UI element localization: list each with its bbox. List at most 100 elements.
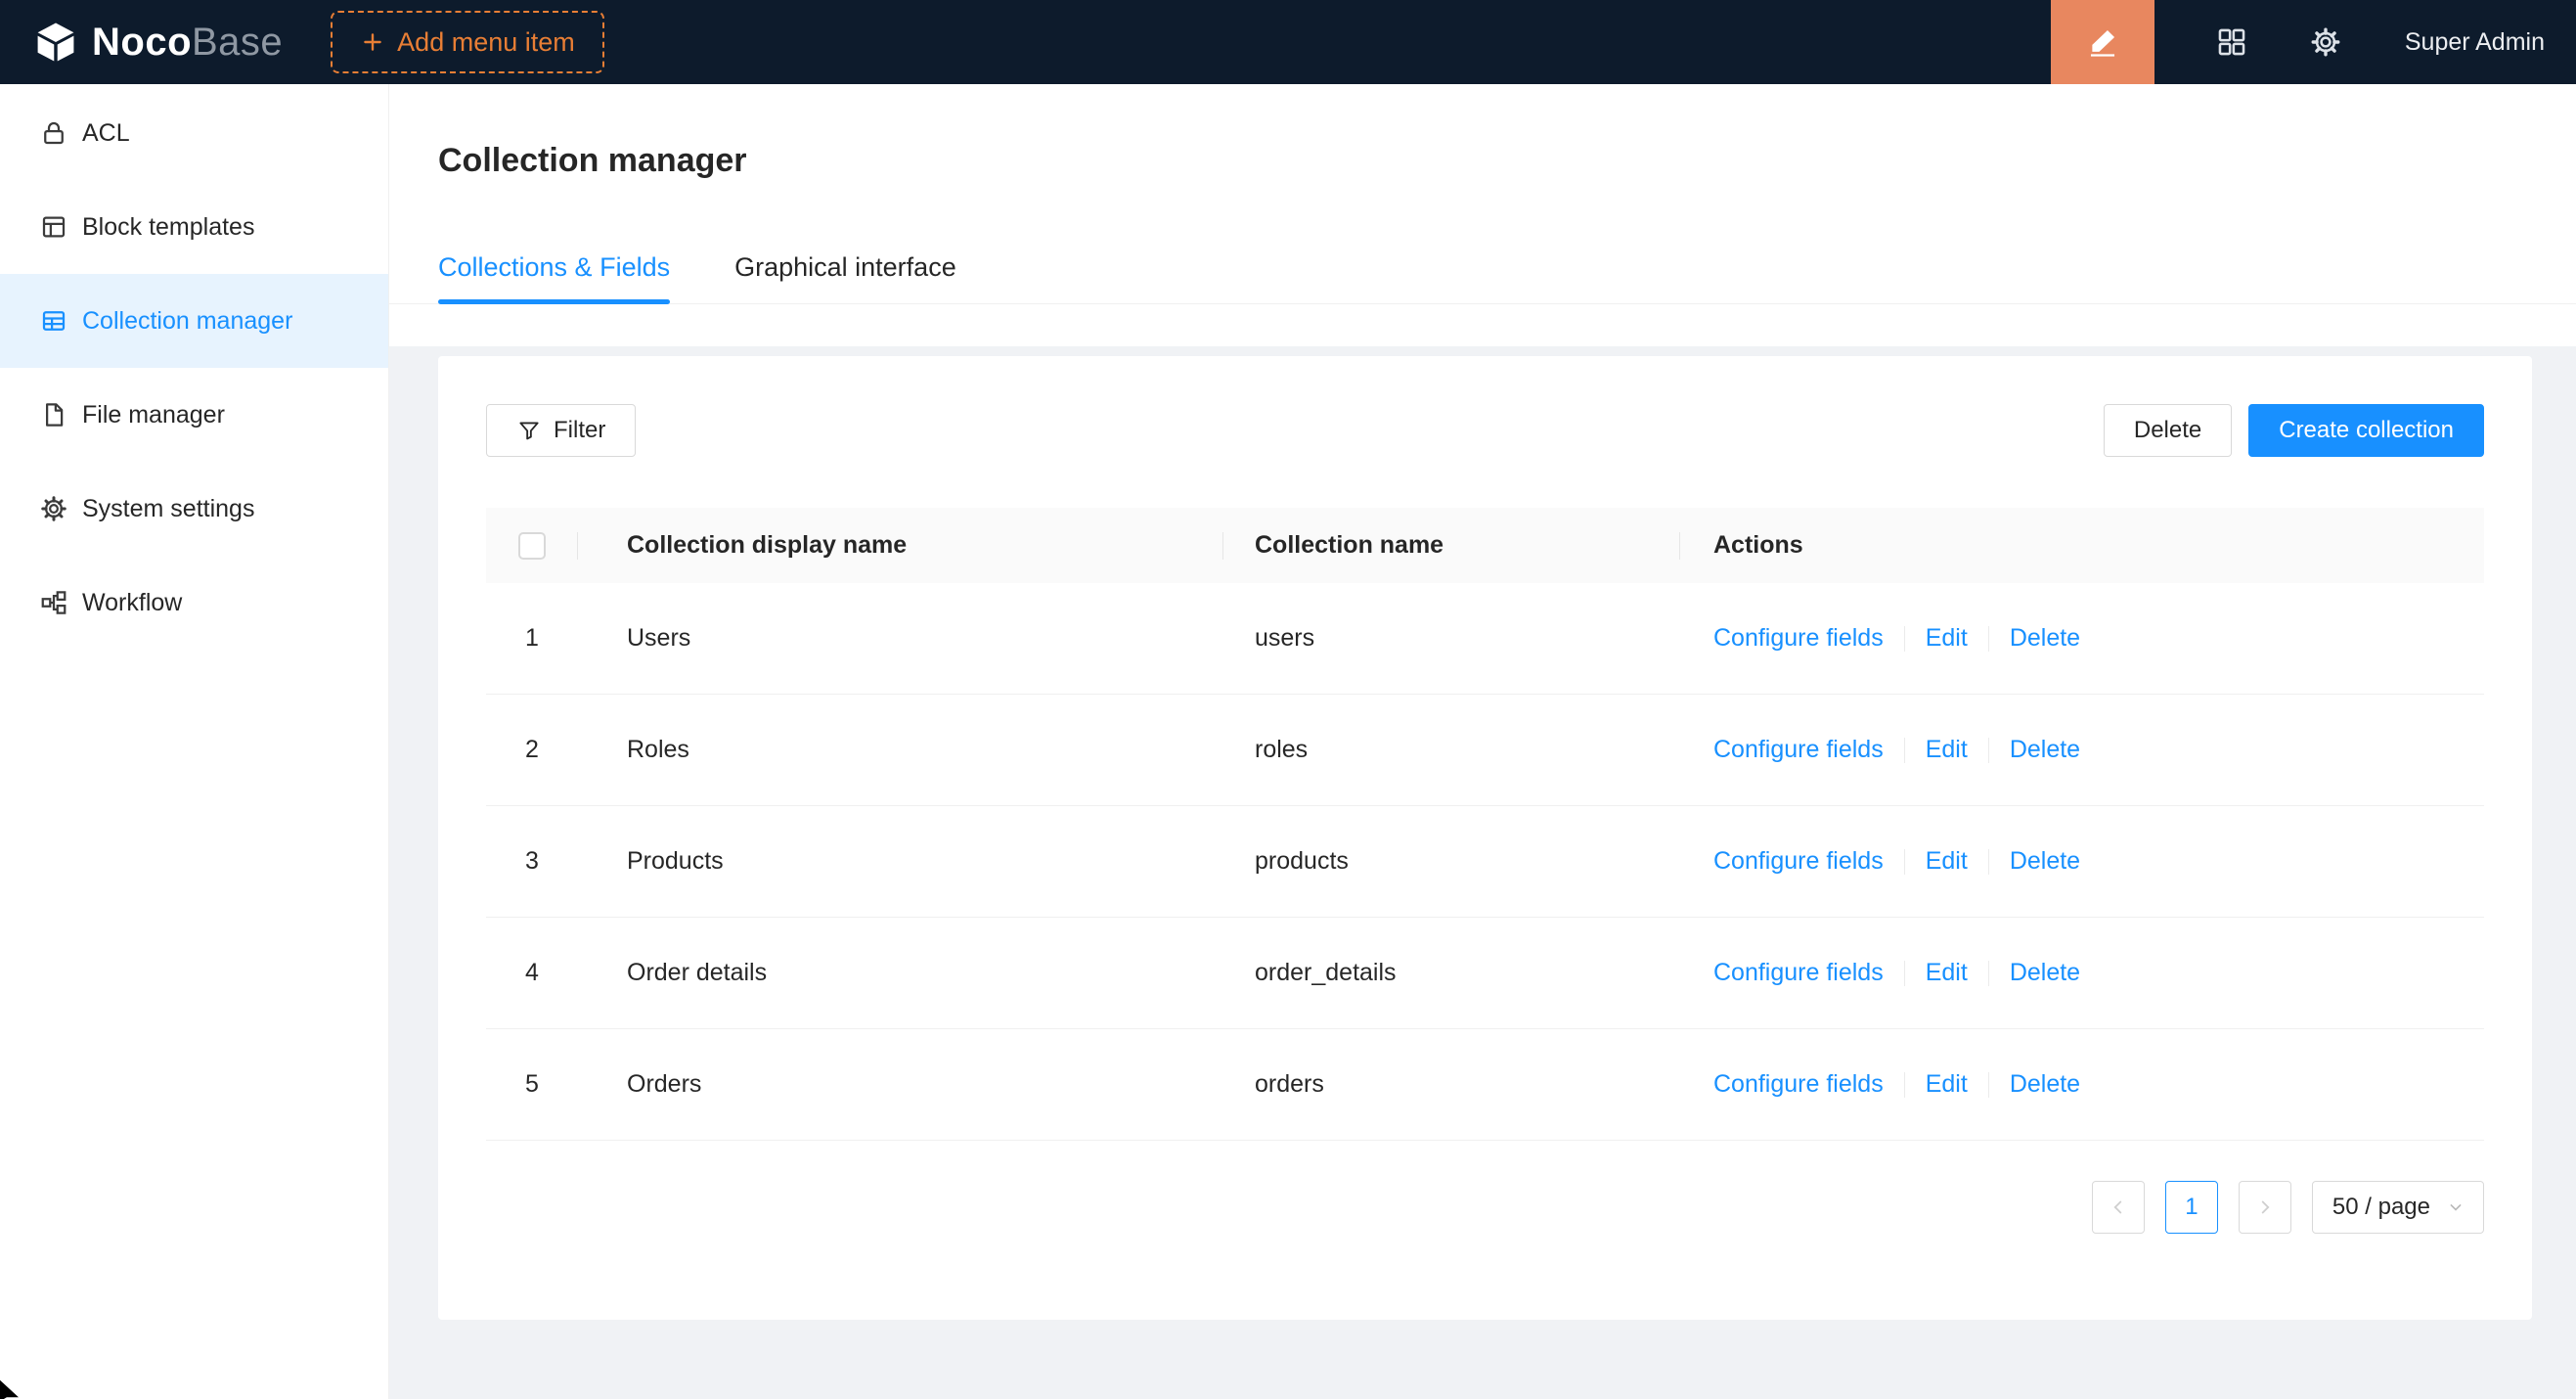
cell-display-name: Order details	[578, 959, 1223, 987]
header-display-name: Collection display name	[578, 531, 1223, 560]
edit-link[interactable]: Edit	[1926, 847, 1968, 876]
add-menu-item-label: Add menu item	[397, 27, 575, 58]
gear-icon	[39, 494, 68, 523]
table-icon	[39, 306, 68, 336]
configure-fields-link[interactable]: Configure fields	[1713, 1070, 1884, 1099]
sidebar-item-label: Block templates	[82, 213, 254, 242]
action-divider	[1988, 961, 1989, 986]
plugins-button[interactable]	[2215, 25, 2248, 59]
cell-display-name: Users	[578, 624, 1223, 653]
row-index: 5	[525, 1070, 539, 1099]
cell-display-name: Products	[578, 847, 1223, 876]
action-divider	[1988, 1072, 1989, 1098]
user-menu[interactable]: Super Admin	[2405, 28, 2576, 57]
tab-graphical-interface[interactable]: Graphical interface	[734, 252, 956, 303]
action-divider	[1904, 1072, 1905, 1098]
action-divider	[1904, 849, 1905, 875]
sidebar: ACL Block templates Collection manager F…	[0, 84, 389, 1399]
row-index: 4	[525, 959, 539, 987]
tab-collections-and-fields[interactable]: Collections & Fields	[438, 252, 670, 303]
layout-icon	[39, 212, 68, 242]
cell-collection-name: users	[1223, 624, 1680, 653]
sidebar-item-block-templates[interactable]: Block templates	[0, 180, 388, 274]
sidebar-item-system-settings[interactable]: System settings	[0, 462, 388, 556]
action-divider	[1904, 626, 1905, 652]
cell-collection-name: order_details	[1223, 959, 1680, 987]
action-divider	[1988, 849, 1989, 875]
page-header: Collection manager Collections & Fields …	[389, 84, 2576, 304]
next-page-button[interactable]	[2239, 1181, 2291, 1234]
select-all-checkbox[interactable]	[518, 532, 546, 560]
toolbar-right: Delete Create collection	[2104, 404, 2484, 457]
workflow-icon	[39, 588, 68, 617]
edit-link[interactable]: Edit	[1926, 1070, 1968, 1099]
lock-icon	[39, 118, 68, 148]
delete-button[interactable]: Delete	[2104, 404, 2232, 457]
cell-collection-name: orders	[1223, 1070, 1680, 1099]
header-select-cell	[486, 532, 578, 560]
plus-icon	[360, 29, 385, 55]
ui-editor-button[interactable]	[2051, 0, 2154, 84]
gear-icon	[2309, 25, 2342, 59]
chevron-down-icon	[2446, 1197, 2465, 1217]
prev-page-button[interactable]	[2092, 1181, 2145, 1234]
filter-button[interactable]: Filter	[486, 404, 636, 457]
cell-display-name: Roles	[578, 736, 1223, 764]
table-row: 1 Users users Configure fields Edit Dele…	[486, 583, 2484, 695]
logo-text-bold: Noco	[92, 21, 192, 64]
row-index: 1	[525, 624, 539, 653]
topbar-right: Super Admin	[2051, 0, 2576, 84]
configure-fields-link[interactable]: Configure fields	[1713, 736, 1884, 764]
delete-link[interactable]: Delete	[2010, 736, 2080, 764]
collections-table: Collection display name Collection name …	[486, 508, 2484, 1141]
page-number-button[interactable]: 1	[2165, 1181, 2218, 1234]
action-divider	[1988, 626, 1989, 652]
configure-fields-link[interactable]: Configure fields	[1713, 847, 1884, 876]
chevron-right-icon	[2254, 1196, 2276, 1218]
configure-fields-link[interactable]: Configure fields	[1713, 959, 1884, 987]
delete-link[interactable]: Delete	[2010, 847, 2080, 876]
page-size-value: 50 / page	[2332, 1194, 2430, 1221]
edit-link[interactable]: Edit	[1926, 624, 1968, 653]
edit-link[interactable]: Edit	[1926, 736, 1968, 764]
sidebar-item-label: File manager	[82, 401, 225, 429]
action-divider	[1904, 961, 1905, 986]
logo-text-light: Base	[192, 21, 283, 64]
add-menu-item-button[interactable]: Add menu item	[331, 11, 604, 73]
page-body: Filter Delete Create collection Collecti…	[389, 346, 2576, 1399]
configure-fields-link[interactable]: Configure fields	[1713, 624, 1884, 653]
create-collection-button[interactable]: Create collection	[2248, 404, 2484, 457]
action-divider	[1904, 738, 1905, 763]
edit-link[interactable]: Edit	[1926, 959, 1968, 987]
grid-icon	[2215, 25, 2248, 59]
main-content: Collection manager Collections & Fields …	[389, 84, 2576, 1399]
collections-card: Filter Delete Create collection Collecti…	[438, 356, 2532, 1320]
cell-collection-name: products	[1223, 847, 1680, 876]
sidebar-item-workflow[interactable]: Workflow	[0, 556, 388, 650]
table-row: 2 Roles roles Configure fields Edit Dele…	[486, 695, 2484, 806]
top-header: NocoBase Add menu item	[0, 0, 2576, 84]
delete-link[interactable]: Delete	[2010, 1070, 2080, 1099]
sidebar-item-collection-manager[interactable]: Collection manager	[0, 274, 388, 368]
logo-text: NocoBase	[92, 21, 283, 65]
sidebar-item-label: ACL	[82, 119, 130, 148]
sidebar-item-label: Workflow	[82, 589, 182, 617]
sidebar-item-acl[interactable]: ACL	[0, 86, 388, 180]
table-row: 3 Products products Configure fields Edi…	[486, 806, 2484, 918]
delete-link[interactable]: Delete	[2010, 624, 2080, 653]
settings-button[interactable]	[2309, 25, 2342, 59]
logo[interactable]: NocoBase	[0, 20, 283, 65]
delete-link[interactable]: Delete	[2010, 959, 2080, 987]
cell-display-name: Orders	[578, 1070, 1223, 1099]
sidebar-item-file-manager[interactable]: File manager	[0, 368, 388, 462]
row-index: 2	[525, 736, 539, 764]
page-size-select[interactable]: 50 / page	[2312, 1181, 2484, 1234]
table-row: 5 Orders orders Configure fields Edit De…	[486, 1029, 2484, 1141]
spacer	[389, 304, 2576, 346]
highlighter-icon	[2086, 25, 2119, 59]
table-toolbar: Filter Delete Create collection	[486, 404, 2484, 457]
table-row: 4 Order details order_details Configure …	[486, 918, 2484, 1029]
table-header-row: Collection display name Collection name …	[486, 508, 2484, 583]
sidebar-item-label: System settings	[82, 495, 254, 523]
pagination: 1 50 / page	[486, 1181, 2484, 1234]
